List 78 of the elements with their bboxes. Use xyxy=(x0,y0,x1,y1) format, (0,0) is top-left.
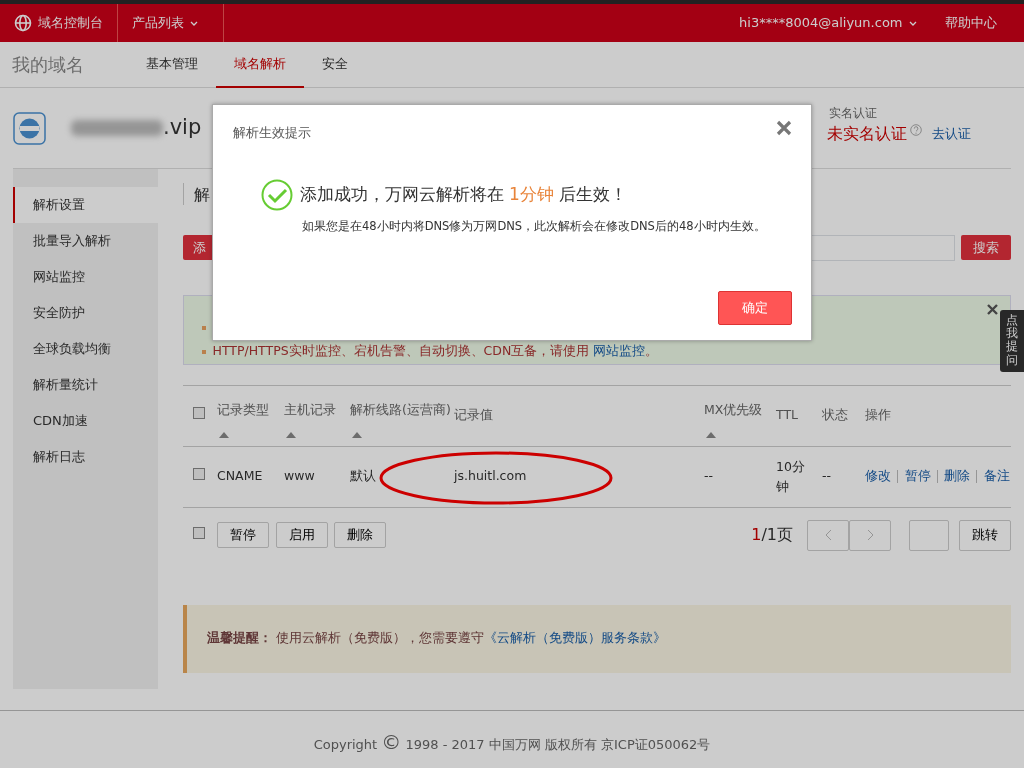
divider xyxy=(897,470,899,483)
chevron-left-icon xyxy=(824,529,832,542)
table-cell-text: 10分钟 xyxy=(776,457,806,496)
account-menu[interactable]: hi3****8004@aliyun.com xyxy=(739,13,903,33)
action-link[interactable]: 暂停 xyxy=(904,467,931,486)
confirm-button[interactable]: 确定 xyxy=(718,291,792,325)
table-cell: js.huitl.com xyxy=(454,468,527,484)
modal-title: 解析生效提示 xyxy=(233,124,311,142)
divider xyxy=(936,470,938,483)
sidebar-item[interactable]: 解析设置 xyxy=(13,187,158,223)
column-header: 记录值 xyxy=(454,406,494,425)
sidebar-item[interactable]: 全球负载均衡 xyxy=(13,331,158,367)
sort-icon[interactable] xyxy=(219,431,229,438)
sidebar-item[interactable]: 解析日志 xyxy=(13,439,158,475)
page-indicator: 1/1页 xyxy=(751,524,793,547)
divider xyxy=(976,470,978,483)
page-title: 我的域名 xyxy=(12,53,84,77)
monitor-link[interactable]: 网站监控 xyxy=(593,343,646,359)
column-header[interactable]: 解析线路(运营商) xyxy=(350,401,454,420)
verification-status: 未实名认证 xyxy=(827,123,907,145)
select-all-checkbox[interactable] xyxy=(193,407,205,420)
column-header: 状态 xyxy=(822,406,849,425)
table-cell: 默认 xyxy=(350,468,376,484)
sidebar-item[interactable]: CDN加速 xyxy=(13,403,158,439)
verify-link[interactable]: 去认证 xyxy=(932,124,971,144)
action-link[interactable]: 备注 xyxy=(983,467,1010,486)
jump-button[interactable]: 跳转 xyxy=(959,519,1011,551)
row-checkbox[interactable] xyxy=(193,468,205,481)
select-all-checkbox[interactable] xyxy=(193,526,205,539)
notice-text: HTTP/HTTPS实时监控、宕机告警、自动切换、CDN互备，请使用 网站监控。 xyxy=(212,342,659,361)
column-header: 操作 xyxy=(865,406,892,425)
nav-tab[interactable]: 域名解析 xyxy=(216,41,304,88)
column-header[interactable]: MX优先级 xyxy=(704,401,776,420)
close-icon[interactable] xyxy=(987,303,998,315)
column-header: TTL xyxy=(776,406,799,425)
sidebar-item[interactable]: 批量导入解析 xyxy=(13,223,158,259)
tip-text: 温馨提醒： 使用云解析（免费版），您需要遵守《云解析（免费版）服务条款》 xyxy=(207,629,666,648)
sort-icon[interactable] xyxy=(352,431,362,438)
product-menu[interactable]: 产品列表 xyxy=(132,13,184,33)
action-link[interactable]: 修改 xyxy=(865,467,891,486)
help-tab[interactable]: 点我提问 xyxy=(1000,310,1024,372)
table-cell: -- xyxy=(704,468,714,484)
caret-icon xyxy=(909,20,917,26)
table-cell: -- xyxy=(822,468,832,484)
batch-button[interactable]: 删除 xyxy=(334,522,386,549)
page-number-field[interactable] xyxy=(909,519,949,551)
nav-tab[interactable]: 基本管理 xyxy=(128,41,216,88)
sidebar-item[interactable]: 解析量统计 xyxy=(13,367,158,403)
sidebar-item[interactable]: 网站监控 xyxy=(13,259,158,295)
table-cell: www xyxy=(284,468,315,484)
sort-icon[interactable] xyxy=(706,431,716,438)
console-title[interactable]: 域名控制台 xyxy=(38,13,103,33)
section-heading: 解 xyxy=(194,185,210,204)
globe-icon xyxy=(14,14,32,32)
table-cell: CNAME xyxy=(217,468,263,484)
help-icon[interactable] xyxy=(910,124,923,136)
action-link[interactable]: 删除 xyxy=(944,467,970,486)
help-link[interactable]: 帮助中心 xyxy=(945,13,997,33)
bullet-icon xyxy=(202,349,206,354)
bullet-icon xyxy=(202,325,206,330)
copyright-text: Copyright © 1998 - 2017 中国万网 版权所有 京ICP证050062号 xyxy=(313,728,711,756)
batch-button[interactable]: 启用 xyxy=(275,522,328,549)
chevron-right-icon xyxy=(866,529,874,542)
verification-label: 实名认证 xyxy=(829,105,878,122)
caret-icon xyxy=(190,20,198,26)
batch-button[interactable]: 暂停 xyxy=(217,522,269,549)
domain-suffix: .vip xyxy=(163,114,202,142)
close-icon[interactable] xyxy=(776,120,792,136)
column-header[interactable]: 记录类型 xyxy=(217,401,284,420)
column-header[interactable]: 主机记录 xyxy=(284,401,350,420)
success-check-icon xyxy=(261,179,293,211)
terms-link[interactable]: 《云解析（免费版）服务条款》 xyxy=(484,630,666,646)
sort-icon[interactable] xyxy=(286,431,296,438)
nav-tab[interactable]: 安全 xyxy=(304,41,366,88)
sidebar-item[interactable]: 安全防护 xyxy=(13,295,158,331)
search-button[interactable]: 搜索 xyxy=(961,235,1011,260)
modal-detail: 如果您是在48小时内将DNS修为万网DNS，此次解析会在修改DNS后的48小时内生效。 xyxy=(302,218,766,235)
success-message: 添加成功，万网云解析将在 1分钟 后生效！ xyxy=(299,183,628,207)
